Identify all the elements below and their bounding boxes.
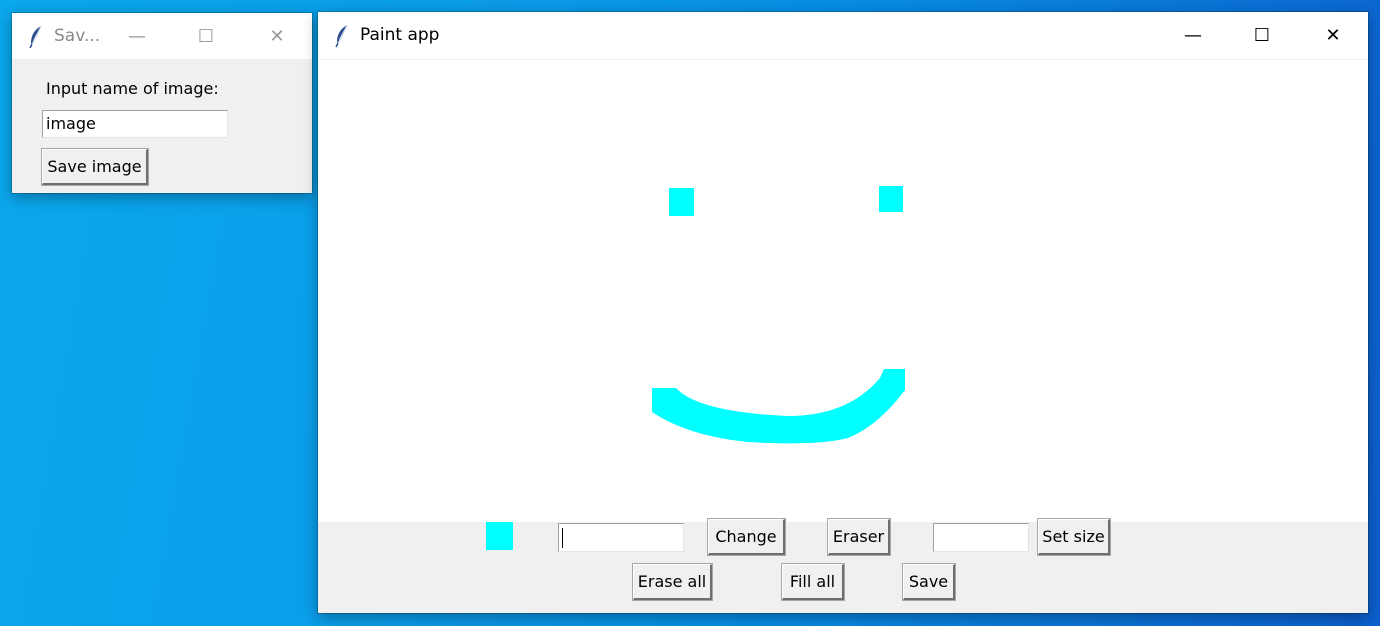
fill-all-button[interactable]: Fill all (781, 563, 845, 601)
image-name-prompt: Input name of image: (46, 79, 219, 98)
left-eye-stroke (669, 188, 694, 216)
color-input[interactable] (558, 523, 684, 552)
eraser-button[interactable]: Eraser (827, 518, 891, 556)
maximize-icon: ☐ (197, 25, 215, 47)
minimize-icon: — (128, 25, 146, 47)
close-icon: ✕ (1325, 24, 1341, 46)
brush-color-swatch[interactable] (486, 522, 513, 550)
save-image-dialog: Sav... — ☐ ✕ Input name of image: image … (12, 13, 312, 193)
minimize-button[interactable]: — (1170, 12, 1216, 58)
minimize-icon: — (1184, 24, 1202, 46)
maximize-button[interactable]: ☐ (183, 13, 229, 59)
erase-all-button[interactable]: Erase all (632, 563, 713, 601)
maximize-button[interactable]: ☐ (1239, 12, 1285, 58)
image-name-input[interactable]: image (42, 110, 228, 138)
size-input[interactable] (933, 523, 1029, 552)
paint-app-window: Paint app — ☐ ✕ Change Eraser Set size E… (318, 12, 1368, 613)
text-caret (562, 528, 563, 548)
close-button[interactable]: ✕ (254, 13, 300, 59)
set-size-button[interactable]: Set size (1037, 518, 1111, 556)
smile-stroke (652, 369, 905, 444)
feather-icon (29, 25, 42, 49)
right-eye-stroke (879, 186, 903, 212)
save-image-button[interactable]: Save image (41, 148, 149, 186)
close-icon: ✕ (269, 25, 285, 47)
save-button[interactable]: Save (902, 563, 956, 601)
save-dialog-title: Sav... (54, 26, 101, 46)
close-button[interactable]: ✕ (1310, 12, 1356, 58)
drawing-canvas[interactable] (318, 60, 1368, 522)
feather-icon (335, 24, 348, 48)
save-dialog-titlebar[interactable]: Sav... — ☐ ✕ (12, 13, 312, 59)
change-color-button[interactable]: Change (707, 518, 786, 556)
paint-app-titlebar[interactable]: Paint app — ☐ ✕ (318, 12, 1368, 59)
canvas-drawing (652, 186, 905, 444)
maximize-icon: ☐ (1253, 24, 1271, 46)
paint-app-title: Paint app (360, 25, 440, 45)
minimize-button[interactable]: — (114, 13, 160, 59)
